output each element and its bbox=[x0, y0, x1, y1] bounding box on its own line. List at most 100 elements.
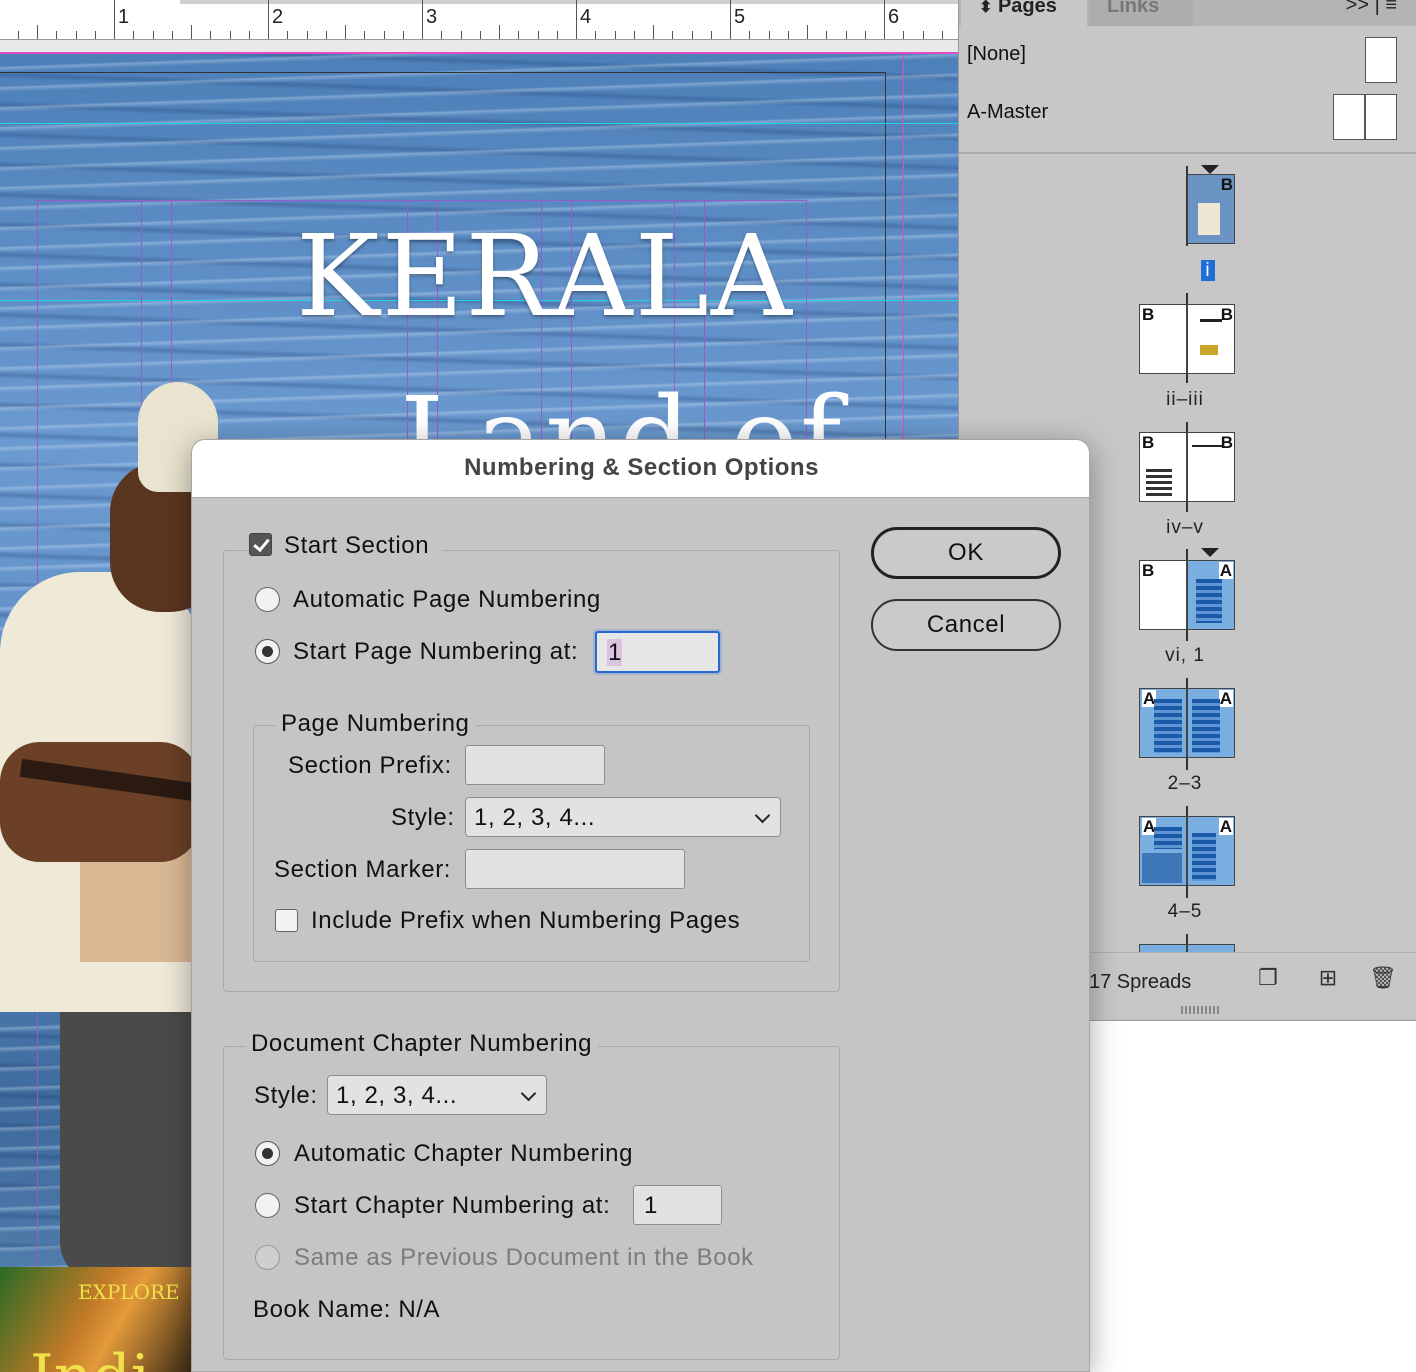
chevron-updown-icon: ⬍ bbox=[979, 0, 993, 16]
spread-label[interactable]: iv–v bbox=[1125, 517, 1245, 539]
ruler-minor-tick bbox=[307, 31, 308, 39]
panel-resize-grip[interactable] bbox=[1181, 1006, 1221, 1014]
ruler-minor-tick bbox=[230, 31, 231, 39]
masters-section: [None] A-Master bbox=[959, 26, 1416, 154]
master-a[interactable]: A-Master bbox=[967, 101, 1048, 124]
ruler-minor-tick bbox=[461, 31, 462, 39]
section-prefix-label: Section Prefix: bbox=[288, 752, 452, 779]
include-prefix-label[interactable]: Include Prefix when Numbering Pages bbox=[311, 907, 740, 935]
include-prefix-checkbox[interactable] bbox=[275, 909, 298, 932]
thumbnail-rule bbox=[1192, 445, 1222, 447]
spread-label[interactable]: ii–iii bbox=[1125, 389, 1245, 411]
new-page-icon[interactable]: ⊞ bbox=[1315, 965, 1341, 991]
ruler-minor-tick bbox=[422, 25, 423, 39]
ruler-minor-tick bbox=[595, 31, 596, 39]
numbering-section-options-dialog: Numbering & Section Options Start Sectio… bbox=[191, 439, 1090, 1372]
thumbnail-text bbox=[1154, 827, 1182, 849]
page-thumbnail-3[interactable]: A bbox=[1187, 688, 1235, 758]
start-section-checkbox[interactable] bbox=[249, 533, 272, 556]
thumbnail-image bbox=[1200, 345, 1218, 355]
spread-label[interactable]: i bbox=[1148, 260, 1268, 282]
page-thumbnail-i[interactable]: B bbox=[1187, 174, 1235, 244]
chevron-down-icon bbox=[754, 807, 771, 824]
automatic-page-numbering-label[interactable]: Automatic Page Numbering bbox=[293, 586, 601, 614]
ruler-minor-tick bbox=[133, 31, 134, 39]
chapter-style-label: Style: bbox=[254, 1082, 318, 1109]
start-page-numbering-radio[interactable] bbox=[255, 639, 280, 664]
start-chapter-number-input[interactable]: 1 bbox=[633, 1185, 722, 1225]
master-letter: A bbox=[1218, 561, 1233, 580]
trash-icon[interactable]: 🗑︎ bbox=[1369, 965, 1397, 991]
edit-page-size-icon[interactable]: ❐ bbox=[1255, 965, 1281, 991]
spread-label[interactable]: vi, 1 bbox=[1125, 645, 1245, 667]
spread-label[interactable]: 4–5 bbox=[1125, 901, 1245, 923]
thumbnail-text bbox=[1192, 699, 1220, 753]
section-marker-input[interactable] bbox=[465, 849, 685, 889]
ruler-minor-tick bbox=[769, 31, 770, 39]
chapter-numbering-legend: Document Chapter Numbering bbox=[245, 1030, 599, 1058]
chapter-style-select[interactable]: 1, 2, 3, 4... bbox=[327, 1075, 547, 1115]
ruler-minor-tick bbox=[191, 25, 192, 39]
same-as-previous-label: Same as Previous Document in the Book bbox=[294, 1244, 754, 1271]
horizontal-ruler[interactable]: 1 2 3 4 5 6 bbox=[0, 0, 958, 40]
page-thumbnail-6[interactable] bbox=[1139, 944, 1187, 952]
cover-title[interactable]: KERALA bbox=[296, 212, 794, 342]
automatic-page-numbering-radio[interactable] bbox=[255, 587, 280, 612]
cancel-button[interactable]: Cancel bbox=[871, 599, 1061, 651]
page-thumbnail-2[interactable]: A bbox=[1139, 688, 1187, 758]
ruler-guide bbox=[0, 123, 958, 124]
ruler-minor-tick bbox=[95, 31, 96, 39]
start-section-label[interactable]: Start Section bbox=[284, 532, 429, 559]
master-none-thumbnail[interactable] bbox=[1365, 37, 1397, 83]
master-a-left-thumbnail[interactable] bbox=[1333, 94, 1365, 140]
ruler-minor-tick bbox=[403, 31, 404, 39]
cover-photo-boatman[interactable] bbox=[0, 382, 220, 1282]
start-section-legend: Start Section bbox=[249, 532, 444, 560]
page-style-value: 1, 2, 3, 4... bbox=[474, 804, 596, 831]
start-chapter-numbering-radio[interactable] bbox=[255, 1193, 280, 1218]
page-thumbnail-1[interactable]: A bbox=[1187, 560, 1235, 630]
ruler-minor-tick bbox=[287, 31, 288, 39]
master-letter: B bbox=[1220, 305, 1233, 324]
book-name-label: Book Name: N/A bbox=[253, 1296, 441, 1323]
chapter-style-value: 1, 2, 3, 4... bbox=[336, 1082, 458, 1109]
page-thumbnail-7[interactable] bbox=[1187, 944, 1235, 952]
tab-pages-label: Pages bbox=[997, 0, 1057, 17]
ok-button[interactable]: OK bbox=[871, 527, 1061, 579]
page-style-select[interactable]: 1, 2, 3, 4... bbox=[465, 797, 781, 837]
start-chapter-numbering-label[interactable]: Start Chapter Numbering at: bbox=[294, 1192, 610, 1220]
page-thumbnail-iv[interactable]: B bbox=[1139, 432, 1187, 502]
section-prefix-input[interactable] bbox=[465, 745, 605, 785]
page-thumbnail-iii[interactable]: B bbox=[1187, 304, 1235, 374]
page-thumbnail-ii[interactable]: B bbox=[1139, 304, 1187, 374]
panel-menu-icon[interactable]: >> | ≡ bbox=[1346, 0, 1397, 17]
page-thumbnail-5[interactable]: A bbox=[1187, 816, 1235, 886]
thumbnail-image bbox=[1142, 853, 1182, 883]
start-page-numbering-label[interactable]: Start Page Numbering at: bbox=[293, 638, 578, 666]
ruler-minor-tick bbox=[18, 31, 19, 39]
automatic-chapter-numbering-label[interactable]: Automatic Chapter Numbering bbox=[294, 1140, 633, 1168]
same-as-previous-radio[interactable] bbox=[255, 1245, 280, 1270]
ruler-minor-tick bbox=[518, 31, 519, 39]
automatic-chapter-numbering-radio[interactable] bbox=[255, 1141, 280, 1166]
india-text: Indi bbox=[30, 1342, 150, 1372]
ruler-minor-tick bbox=[672, 31, 673, 39]
spread-label[interactable]: 2–3 bbox=[1125, 773, 1245, 795]
ruler-minor-tick bbox=[268, 25, 269, 39]
master-none[interactable]: [None] bbox=[967, 43, 1026, 66]
tab-pages[interactable]: ⬍ Pages bbox=[961, 0, 1087, 26]
ruler-number: 3 bbox=[426, 6, 438, 28]
ruler-minor-tick bbox=[364, 31, 365, 39]
ruler-minor-tick bbox=[807, 25, 808, 39]
master-letter: A bbox=[1218, 689, 1233, 708]
ruler-minor-tick bbox=[788, 31, 789, 39]
page-thumbnail-v[interactable]: B bbox=[1187, 432, 1235, 502]
thumbnail-text bbox=[1192, 833, 1216, 881]
ruler-minor-tick bbox=[749, 31, 750, 39]
page-thumbnail-4[interactable]: A bbox=[1139, 816, 1187, 886]
ruler-minor-tick bbox=[210, 31, 211, 39]
tab-links[interactable]: Links bbox=[1089, 0, 1193, 26]
start-page-number-input[interactable]: 1 bbox=[595, 631, 720, 673]
page-thumbnail-vi[interactable]: B bbox=[1139, 560, 1187, 630]
master-a-right-thumbnail[interactable] bbox=[1365, 94, 1397, 140]
